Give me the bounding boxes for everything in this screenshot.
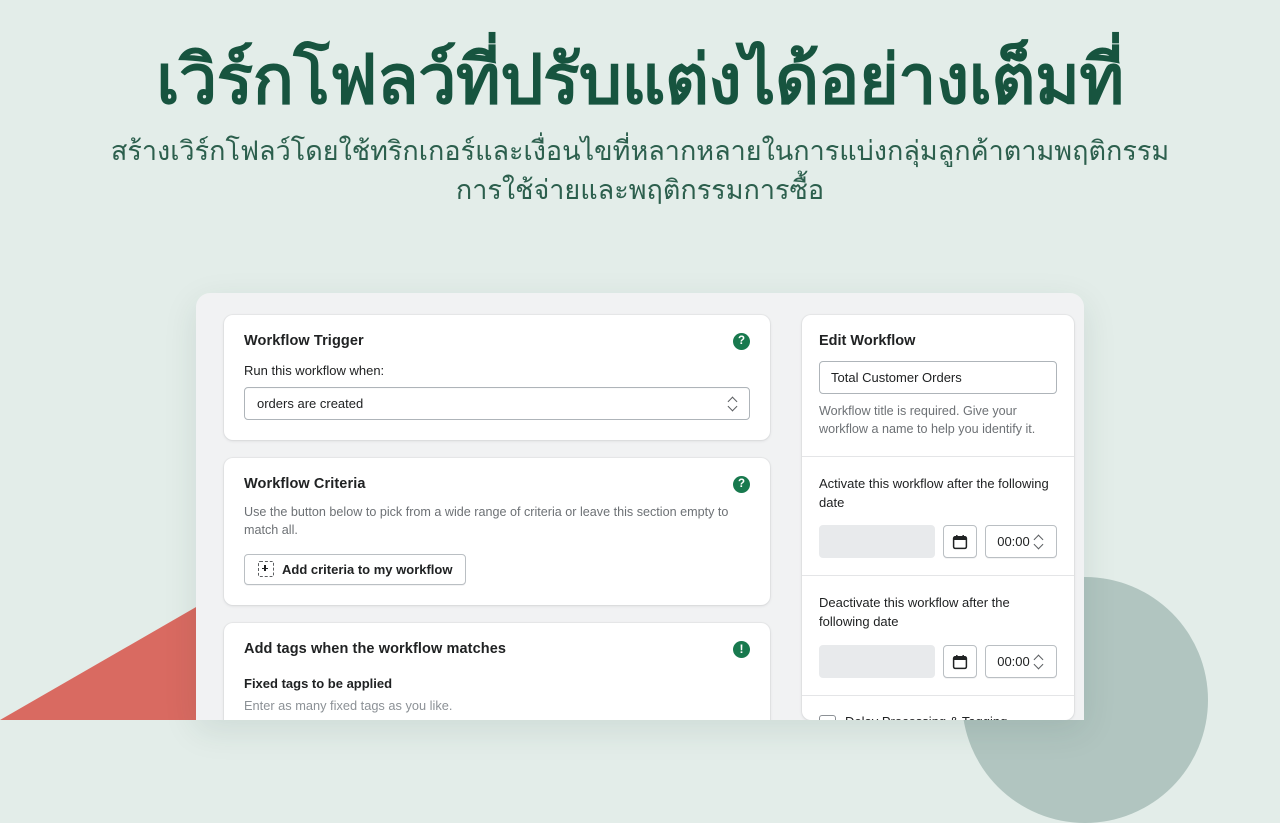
chevron-up-down-icon — [1034, 534, 1045, 550]
activate-time-stepper[interactable]: 00:00 — [985, 525, 1057, 559]
hero-subtitle: สร้างเวิร์กโฟลว์โดยใช้ทริกเกอร์และเงื่อน… — [110, 136, 1170, 206]
deactivate-time-stepper[interactable]: 00:00 — [985, 645, 1057, 679]
card-header: Workflow Trigger ? — [244, 333, 750, 350]
add-criteria-button-label: Add criteria to my workflow — [282, 561, 453, 577]
card-header: Workflow Criteria ? — [244, 476, 750, 493]
panel-section-activate: Activate this workflow after the followi… — [802, 457, 1074, 577]
card-add-tags: Add tags when the workflow matches ! Fix… — [224, 622, 770, 720]
delay-checkbox-row[interactable]: Delay Processing & Tagging — [819, 714, 1057, 720]
help-circle-icon[interactable]: ? — [733, 333, 750, 350]
hero-section: เวิร์กโฟลว์ที่ปรับแต่งได้อย่างเต็มที่ สร… — [0, 0, 1280, 210]
calendar-icon[interactable] — [943, 645, 977, 679]
card-workflow-trigger: Workflow Trigger ? Run this workflow whe… — [224, 315, 770, 440]
workflow-criteria-title: Workflow Criteria — [244, 476, 366, 492]
help-circle-icon[interactable]: ? — [733, 476, 750, 493]
fixed-tags-label: Fixed tags to be applied — [244, 675, 393, 691]
workflow-name-hint: Workflow title is required. Give your wo… — [819, 404, 1036, 436]
panel-section-delay: Delay Processing & Tagging Select this o… — [802, 696, 1074, 720]
workflow-name-value: Total Customer Orders — [831, 370, 962, 385]
run-when-label: Run this workflow when: — [244, 363, 385, 378]
edit-workflow-title: Edit Workflow — [819, 333, 916, 349]
info-circle-icon[interactable]: ! — [733, 640, 750, 658]
decorative-triangle-red — [0, 604, 200, 720]
trigger-select-value: orders are created — [257, 396, 364, 411]
criteria-description: Use the button below to pick from a wide… — [244, 505, 729, 537]
add-box-dashed-icon — [258, 561, 274, 578]
calendar-icon[interactable] — [943, 525, 977, 559]
edit-workflow-panel: Edit Workflow Total Customer Orders Work… — [802, 315, 1074, 720]
panel-section-title: Edit Workflow Total Customer Orders Work… — [802, 315, 1074, 457]
app-window: Workflow Trigger ? Run this workflow whe… — [196, 293, 1084, 720]
trigger-select[interactable]: orders are created — [244, 387, 750, 420]
chevron-up-down-icon — [728, 396, 739, 412]
fixed-tags-help: Enter as many fixed tags as you like. — [244, 697, 453, 713]
activate-time-value: 00:00 — [997, 534, 1030, 550]
add-tags-title: Add tags when the workflow matches — [244, 640, 507, 657]
left-column: Workflow Trigger ? Run this workflow whe… — [224, 315, 770, 720]
activate-date-input[interactable] — [819, 525, 935, 559]
workflow-name-input[interactable]: Total Customer Orders — [819, 361, 1057, 394]
deactivate-time-value: 00:00 — [997, 654, 1030, 670]
activate-date-row: 00:00 — [819, 525, 1057, 559]
deactivate-date-row: 00:00 — [819, 645, 1057, 679]
delay-checkbox[interactable] — [819, 715, 836, 720]
panel-section-deactivate: Deactivate this workflow after the follo… — [802, 576, 1074, 697]
delay-checkbox-label: Delay Processing & Tagging — [845, 714, 1007, 720]
add-criteria-button[interactable]: Add criteria to my workflow — [244, 553, 467, 585]
activate-label: Activate this workflow after the followi… — [819, 475, 1049, 510]
card-header: Add tags when the workflow matches ! — [244, 640, 750, 658]
deactivate-date-input[interactable] — [819, 645, 935, 679]
workflow-trigger-title: Workflow Trigger — [244, 333, 364, 349]
card-workflow-criteria: Workflow Criteria ? Use the button below… — [224, 458, 770, 605]
hero-title: เวิร์กโฟลว์ที่ปรับแต่งได้อย่างเต็มที่ — [156, 42, 1124, 118]
chevron-up-down-icon — [1034, 654, 1045, 670]
right-column: Edit Workflow Total Customer Orders Work… — [802, 315, 1074, 720]
deactivate-label: Deactivate this workflow after the follo… — [819, 595, 1010, 630]
